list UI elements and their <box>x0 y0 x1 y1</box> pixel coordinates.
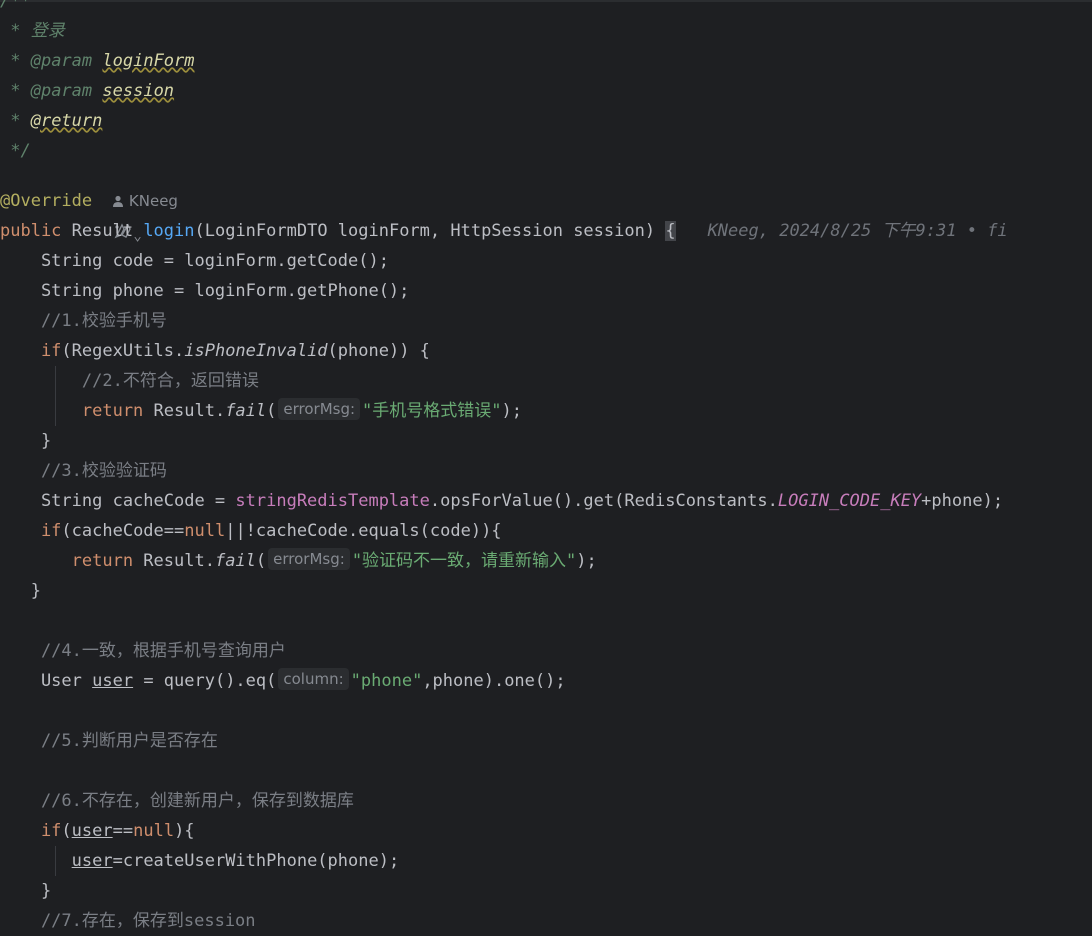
doc-return: * @return <box>0 106 102 136</box>
return-type: Result <box>61 221 144 241</box>
method-params: (LoginFormDTO loginForm, HttpSession ses… <box>194 221 666 241</box>
doc-comment-open: /** <box>0 0 31 11</box>
code-fragment: String cacheCode = <box>0 491 236 511</box>
kw-return: return <box>0 401 144 421</box>
if-cache-check: if(cacheCode==null||!cacheCode.equals(co… <box>0 516 502 546</box>
param-hint-errorMsg: errorMsg: <box>268 548 350 570</box>
override-annotation: @Override <box>0 191 93 211</box>
code-fragment: == <box>112 821 134 841</box>
close-brace-1: } <box>0 431 52 451</box>
method-name[interactable]: login <box>143 221 194 241</box>
method-signature: public Result login(LoginFormDTO loginFo… <box>0 216 1008 246</box>
code-fragment: Result. <box>143 401 226 421</box>
code-fragment: ){ <box>174 821 195 841</box>
string-literal: "phone" <box>350 671 423 691</box>
code-fragment: User <box>0 671 93 691</box>
comment-7: //7.存在，保存到session <box>0 911 256 931</box>
comment-1: //1.校验手机号 <box>0 311 167 331</box>
doc-param-name: loginForm <box>102 51 195 71</box>
code-fragment: (phone)) { <box>327 341 430 361</box>
comment-3: //3.校验验证码 <box>0 461 167 481</box>
code-fragment: ); <box>501 401 523 421</box>
string-literal: "手机号格式错误" <box>362 401 502 421</box>
override-line: @Override KNeeg <box>0 186 178 216</box>
doc-param-tag: @param <box>30 51 93 71</box>
param-hint-column: column: <box>278 668 349 690</box>
kw-public: public <box>0 221 62 241</box>
git-blame-annotation[interactable]: KNeeg, 2024/8/25 下午9:31 • fi <box>708 221 1008 241</box>
kw-return: return <box>0 551 134 571</box>
comment-5: //5.判断用户是否存在 <box>0 731 218 751</box>
create-user-line: user=createUserWithPhone(phone); <box>0 846 400 876</box>
comment-6: //6.不存在，创建新用户，保存到数据库 <box>0 791 354 811</box>
return-fail-code: return Result.fail(errorMsg: "验证码不一致，请重新输… <box>0 546 597 576</box>
comment-4: //4.一致，根据手机号查询用户 <box>0 641 286 661</box>
code-fragment: ( <box>61 821 72 841</box>
code-fragment: ( <box>255 551 267 571</box>
doc-param-loginForm: * @param loginForm <box>0 46 195 76</box>
open-brace: { <box>665 221 676 241</box>
code-fragment: Result. <box>133 551 215 571</box>
code-line-getphone: String phone = loginForm.getPhone(); <box>0 281 410 301</box>
field-ref: stringRedisTemplate <box>235 491 430 511</box>
kw-if: if <box>0 521 62 541</box>
static-method: isPhoneInvalid <box>184 341 328 361</box>
code-fragment: ); <box>576 551 597 571</box>
author-name: KNeeg <box>128 192 178 210</box>
if-user-null: if(user==null){ <box>0 816 195 846</box>
static-method: fail <box>214 551 256 571</box>
code-fragment: =createUserWithPhone(phone); <box>112 851 400 871</box>
variable-user: user <box>71 821 113 841</box>
kw-null: null <box>184 521 226 541</box>
code-line-getcode: String code = loginForm.getCode(); <box>0 251 389 271</box>
doc-return-tag: @return <box>30 111 103 131</box>
kw-null: null <box>133 821 175 841</box>
kw-if: if <box>0 341 62 361</box>
code-fragment: ||!cacheCode.equals(code)){ <box>225 521 502 541</box>
person-icon <box>112 187 124 217</box>
code-fragment: ,phone).one(); <box>422 671 566 691</box>
if-phone-invalid: if(RegexUtils.isPhoneInvalid(phone)) { <box>0 336 430 366</box>
code-fragment: = query().eq( <box>133 671 277 691</box>
param-hint-errorMsg: errorMsg: <box>278 398 361 420</box>
constant-ref: LOGIN_CODE_KEY <box>777 491 922 511</box>
doc-param-name: session <box>102 81 175 101</box>
doc-prefix: * <box>0 81 31 101</box>
user-query-line: User user = query().eq(column: "phone",ph… <box>0 666 566 696</box>
doc-comment-title: * 登录 <box>0 21 65 41</box>
doc-param-session: * @param session <box>0 76 174 106</box>
code-editor[interactable]: /** * 登录 * @param loginForm * @param ses… <box>0 0 1092 931</box>
doc-prefix: * <box>0 51 31 71</box>
string-literal: "验证码不一致，请重新输入" <box>351 551 577 571</box>
code-fragment: ( <box>266 401 277 421</box>
doc-prefix: * <box>0 111 31 131</box>
cache-code-line: String cacheCode = stringRedisTemplate.o… <box>0 486 1003 516</box>
variable-user: user <box>71 851 113 871</box>
code-fragment: (cacheCode== <box>61 521 185 541</box>
author-inlay[interactable]: KNeeg <box>112 192 178 210</box>
return-fail-phone: return Result.fail(errorMsg: "手机号格式错误"); <box>0 396 522 426</box>
code-fragment: (RegexUtils. <box>61 341 185 361</box>
code-fragment: +phone); <box>921 491 1004 511</box>
editor-top-border <box>0 0 1092 2</box>
variable-user: user <box>92 671 134 691</box>
doc-param-tag: @param <box>30 81 93 101</box>
comment-2: //2.不符合，返回错误 <box>0 371 259 391</box>
static-method: fail <box>225 401 267 421</box>
close-brace-3: } <box>0 881 52 901</box>
kw-if: if <box>0 821 62 841</box>
code-fragment: .opsForValue().get(RedisConstants. <box>429 491 778 511</box>
close-brace-2: } <box>0 581 41 601</box>
